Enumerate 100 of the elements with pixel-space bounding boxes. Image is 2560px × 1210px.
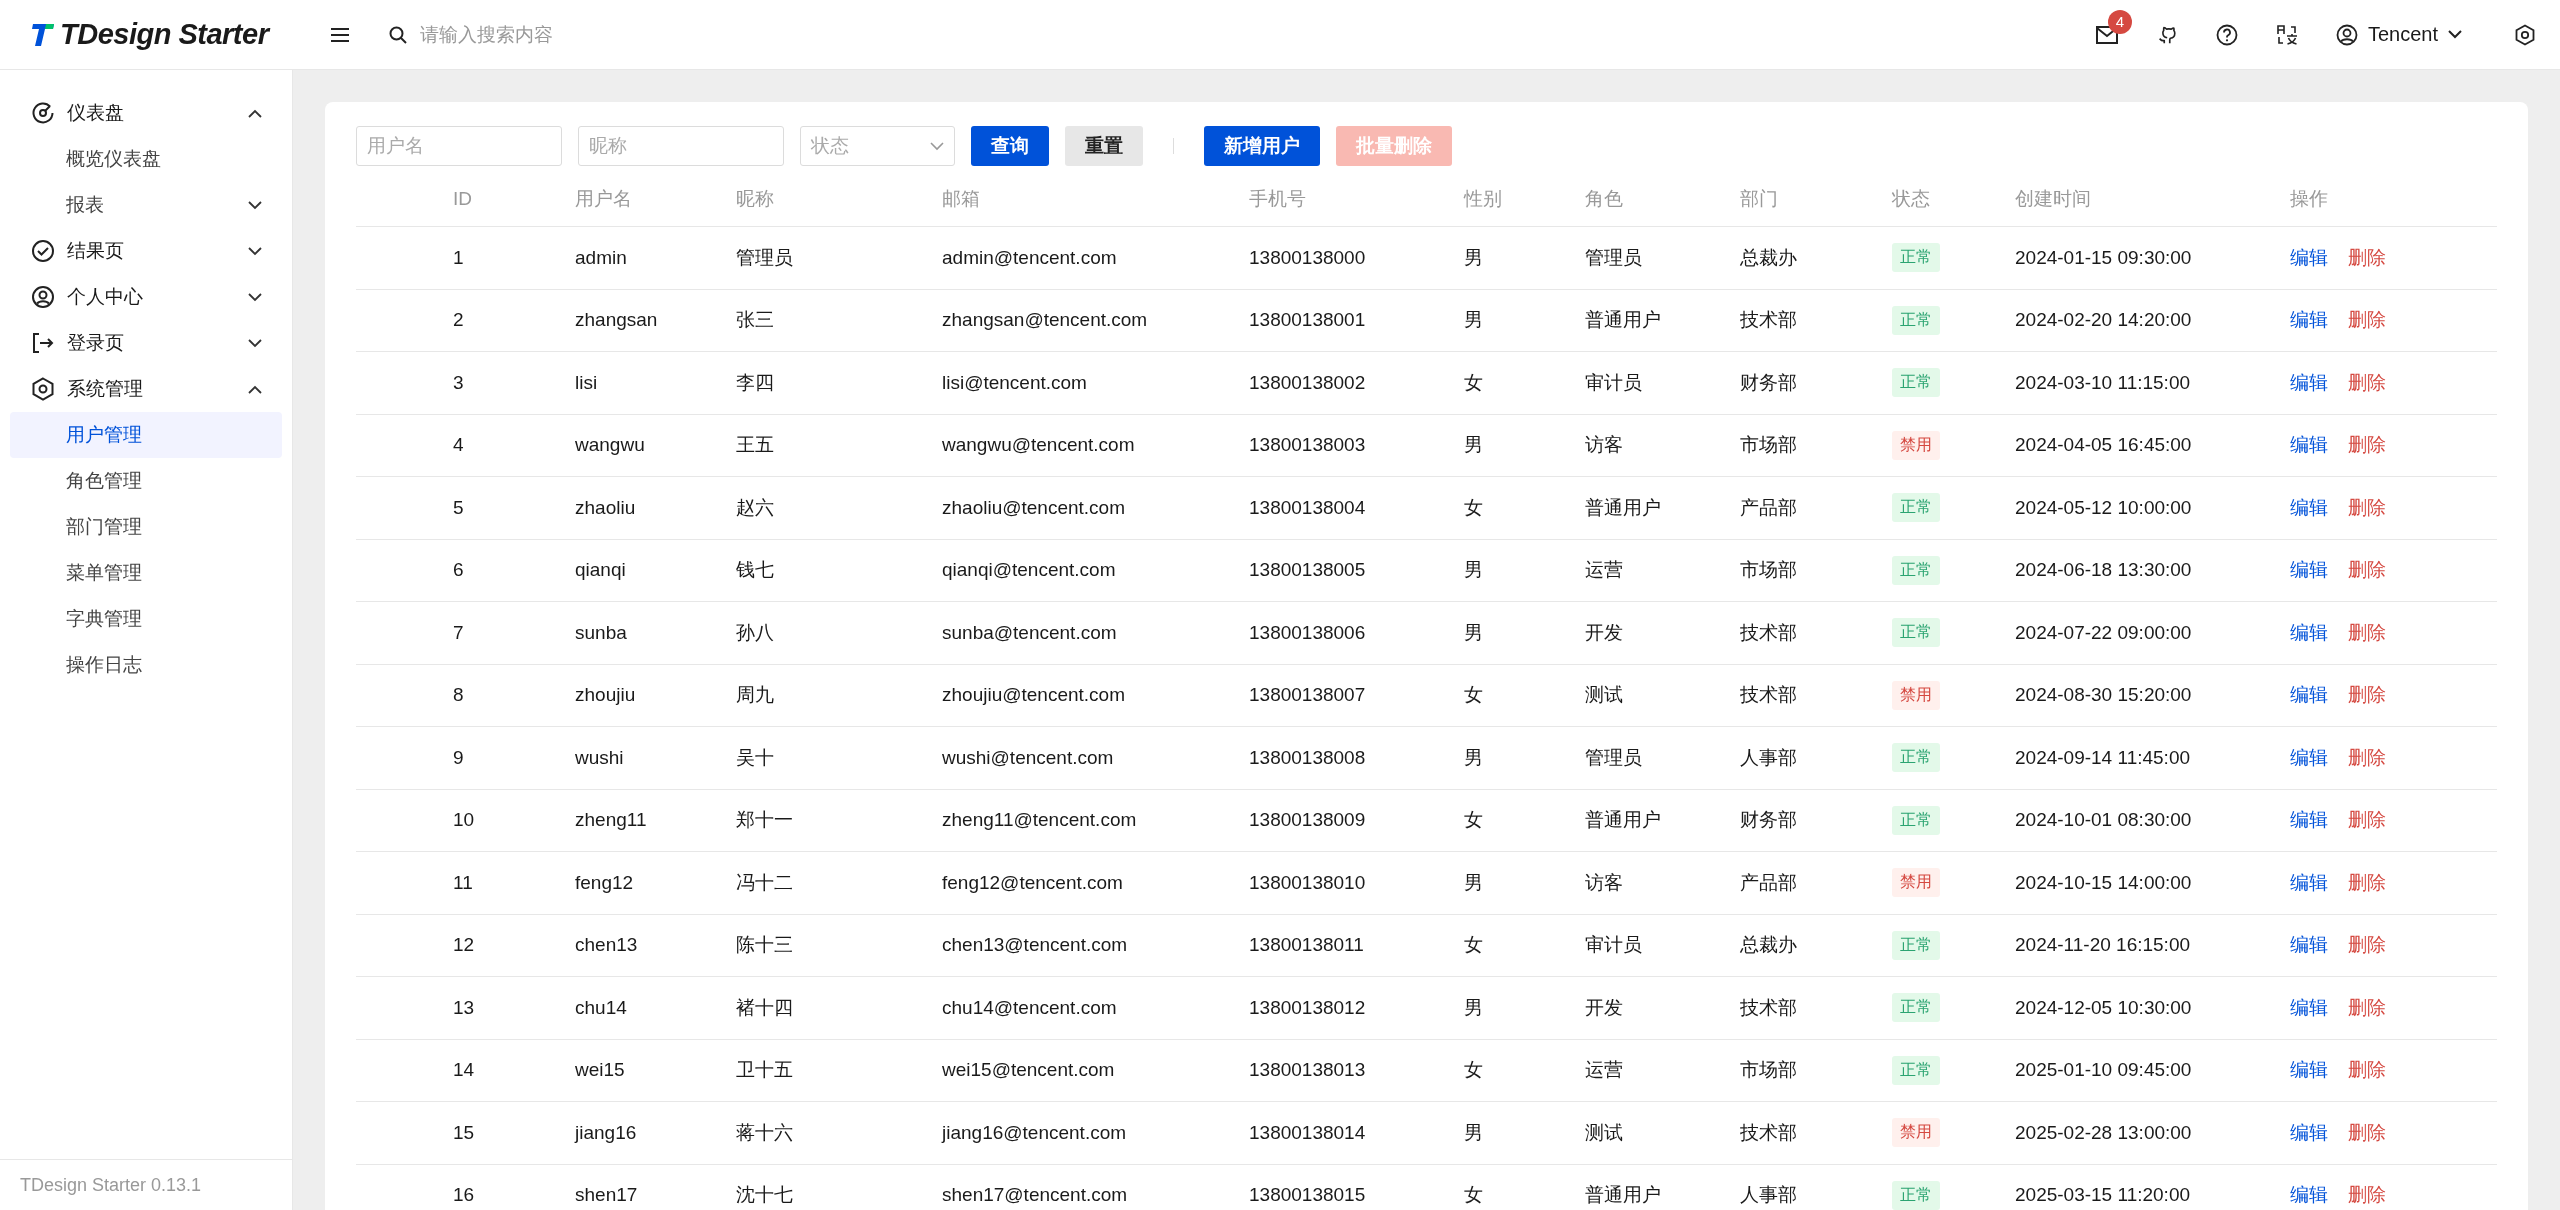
submenu-item[interactable]: 菜单管理: [10, 550, 282, 596]
help-icon[interactable]: [2215, 23, 2238, 46]
edit-link[interactable]: 编辑: [2290, 1119, 2328, 1146]
table-cell-text: sunba@tencent.com: [942, 621, 1118, 644]
table-cell-text: 6: [453, 559, 465, 582]
delete-link[interactable]: 删除: [2348, 619, 2386, 646]
table-cell-text: 13800138015: [1249, 1184, 1367, 1207]
delete-link[interactable]: 删除: [2348, 494, 2386, 521]
menu-item[interactable]: 系统管理: [10, 366, 282, 412]
table-cell-text: 管理员: [1585, 745, 1643, 770]
delete-link[interactable]: 删除: [2348, 1182, 2386, 1209]
delete-link[interactable]: 删除: [2348, 1057, 2386, 1084]
button[interactable]: 新增用户: [1204, 126, 1320, 166]
table-cell-text: 13800138002: [1249, 371, 1367, 394]
menu-icon[interactable]: [330, 26, 350, 43]
delete-link[interactable]: 删除: [2348, 807, 2386, 834]
button[interactable]: 重置: [1065, 126, 1143, 166]
table-cell-text: chen13: [575, 934, 639, 957]
submenu-item[interactable]: 部门管理: [10, 504, 282, 550]
table-cell-text: wangwu: [575, 434, 646, 457]
edit-link[interactable]: 编辑: [2290, 1182, 2328, 1209]
settings-icon[interactable]: [2514, 23, 2536, 46]
delete-link[interactable]: 删除: [2348, 557, 2386, 584]
edit-link[interactable]: 编辑: [2290, 619, 2328, 646]
edit-link[interactable]: 编辑: [2290, 494, 2328, 521]
edit-link[interactable]: 编辑: [2290, 432, 2328, 459]
delete-link[interactable]: 删除: [2348, 369, 2386, 396]
table-cell-text: 2024-05-12 10:00:00: [2015, 496, 2193, 519]
edit-link[interactable]: 编辑: [2290, 369, 2328, 396]
menu-item[interactable]: 仪表盘: [10, 90, 282, 136]
menu-item[interactable]: 登录页: [10, 320, 282, 366]
input-field[interactable]: 用户名: [356, 126, 562, 166]
chevron-down-icon: [248, 246, 262, 256]
table-cell-text: 访客: [1585, 433, 1624, 458]
edit-link[interactable]: 编辑: [2290, 557, 2328, 584]
button[interactable]: 查询: [971, 126, 1049, 166]
table-cell-text: 男: [1464, 745, 1484, 770]
edit-link[interactable]: 编辑: [2290, 682, 2328, 709]
table-cell-text: lisi: [575, 371, 599, 394]
table-cell-text: 产品部: [1740, 495, 1798, 520]
table-cell-text: 男: [1464, 308, 1484, 333]
edit-link[interactable]: 编辑: [2290, 994, 2328, 1021]
submenu-item[interactable]: 用户管理: [10, 412, 282, 458]
table-cell-text: wushi@tencent.com: [942, 746, 1115, 769]
edit-link[interactable]: 编辑: [2290, 744, 2328, 771]
status-tag: 正常: [1892, 618, 1940, 648]
chevron-up-icon: [248, 384, 262, 394]
table-cell-text: 人事部: [1740, 745, 1798, 770]
status-tag: 正常: [1892, 993, 1940, 1023]
submenu-item[interactable]: 报表: [10, 182, 282, 228]
edit-link[interactable]: 编辑: [2290, 244, 2328, 271]
table-cell-text: 沈十七: [736, 1183, 794, 1208]
edit-link[interactable]: 编辑: [2290, 932, 2328, 959]
submenu-item[interactable]: 概览仪表盘: [10, 136, 282, 182]
table-cell-text: 冯十二: [736, 870, 794, 895]
delete-link[interactable]: 删除: [2348, 682, 2386, 709]
table-cell-text: 13800138000: [1249, 246, 1367, 269]
input-field[interactable]: 昵称: [578, 126, 784, 166]
submenu-item[interactable]: 角色管理: [10, 458, 282, 504]
status-tag: 正常: [1892, 1055, 1940, 1085]
table-cell-text: 2024-12-05 10:30:00: [2015, 996, 2193, 1019]
table-cell-text: 13800138001: [1249, 309, 1367, 332]
table-cell-text: 管理员: [736, 245, 794, 270]
delete-link[interactable]: 删除: [2348, 1119, 2386, 1146]
mail-icon[interactable]: [2095, 25, 2118, 44]
edit-link[interactable]: 编辑: [2290, 869, 2328, 896]
delete-link[interactable]: 删除: [2348, 744, 2386, 771]
edit-link[interactable]: 编辑: [2290, 307, 2328, 334]
status-tag: 禁用: [1892, 430, 1940, 460]
table-cell-text: shen17: [575, 1184, 639, 1207]
submenu-item[interactable]: 操作日志: [10, 642, 282, 688]
translate-icon[interactable]: [2275, 23, 2298, 46]
table-cell-text: 2024-09-14 11:45:00: [2015, 746, 2192, 769]
table-cell-text: zhangsan: [575, 309, 659, 332]
submenu-item[interactable]: 字典管理: [10, 596, 282, 642]
menu-item[interactable]: 个人中心: [10, 274, 282, 320]
table-cell-text: 3: [453, 371, 465, 394]
edit-link[interactable]: 编辑: [2290, 1057, 2328, 1084]
table-cell-text: 市场部: [1740, 558, 1798, 583]
table-cell-text: admin@tencent.com: [942, 246, 1118, 269]
delete-link[interactable]: 删除: [2348, 994, 2386, 1021]
delete-link[interactable]: 删除: [2348, 244, 2386, 271]
table-cell-text: 男: [1464, 245, 1484, 270]
user-menu[interactable]: Tencent: [2335, 23, 2462, 46]
table-cell-text: 市场部: [1740, 433, 1798, 458]
table-cell-text: 女: [1464, 495, 1484, 520]
table-cell-text: 女: [1464, 370, 1484, 395]
delete-link[interactable]: 删除: [2348, 432, 2386, 459]
table-cell-text: 周九: [736, 683, 775, 708]
table-cell-text: 2: [453, 309, 465, 332]
delete-link[interactable]: 删除: [2348, 869, 2386, 896]
delete-link[interactable]: 删除: [2348, 932, 2386, 959]
column-header: 昵称: [736, 186, 775, 211]
table-cell-text: 卫十五: [736, 1058, 794, 1083]
table-cell-text: feng12@tencent.com: [942, 871, 1124, 894]
delete-link[interactable]: 删除: [2348, 307, 2386, 334]
edit-link[interactable]: 编辑: [2290, 807, 2328, 834]
table-cell-text: 13800138010: [1249, 871, 1367, 894]
chevron-down-icon: [248, 338, 262, 348]
menu-item[interactable]: 结果页: [10, 228, 282, 274]
